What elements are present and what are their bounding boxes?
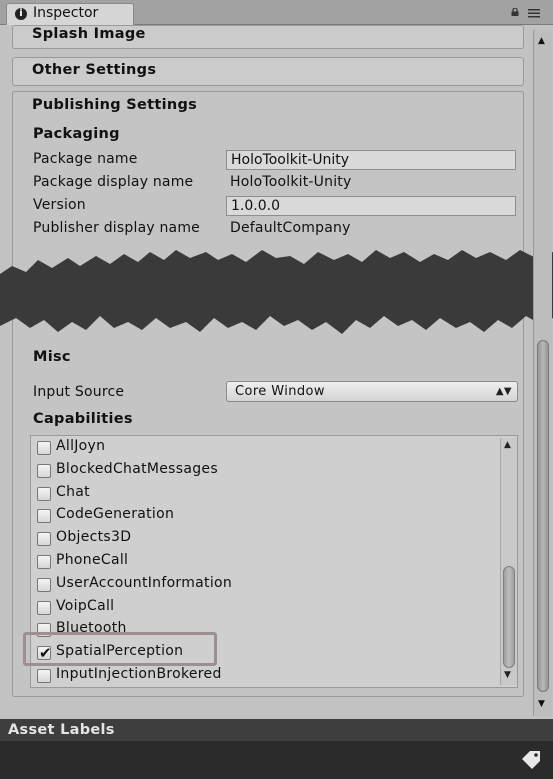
input-source-label: Input Source: [33, 384, 125, 400]
package-name-label: Package name: [33, 151, 138, 167]
inspector-scrollbar[interactable]: ▲ ▼: [533, 30, 552, 716]
tab-bar: i Inspector: [0, 0, 553, 25]
input-source-dropdown[interactable]: Core Window ▲▼: [226, 381, 518, 402]
capability-checkbox[interactable]: [37, 532, 51, 547]
capability-checkbox[interactable]: [37, 486, 51, 501]
capability-label: VoipCall: [56, 597, 115, 614]
info-icon: i: [15, 8, 27, 20]
package-name-input[interactable]: HoloToolkit-Unity: [226, 150, 516, 170]
capability-label: Objects3D: [56, 529, 132, 546]
dropdown-arrows-icon: ▲▼: [495, 386, 512, 397]
capability-checkbox[interactable]: [37, 555, 51, 569]
asset-labels-header: Asset Labels: [0, 719, 553, 741]
capability-label: UserAccountInformation: [56, 574, 233, 591]
splash-image-header[interactable]: Splash Image: [32, 26, 146, 42]
capability-checkbox[interactable]: [37, 441, 51, 455]
capability-label: AllJoyn: [56, 438, 106, 454]
capability-label: PhoneCall: [56, 552, 129, 568]
publisher-display-name-label: Publisher display name: [33, 220, 200, 236]
capabilities-scrollbar[interactable]: ▲ ▼: [500, 438, 517, 685]
capability-label: InputInjectionBrokered: [56, 666, 222, 682]
capability-checkbox[interactable]: [37, 463, 51, 478]
lock-icon[interactable]: [511, 8, 519, 16]
tag-icon[interactable]: [520, 749, 542, 769]
capability-label: BlockedChatMessages: [56, 460, 218, 477]
inspector-scroll-thumb[interactable]: [537, 340, 549, 692]
publisher-display-name-value: DefaultCompany: [230, 220, 351, 236]
tab-inspector-label: Inspector: [33, 5, 99, 21]
package-display-name-value: HoloToolkit-Unity: [230, 174, 352, 190]
asset-labels-panel: [0, 741, 553, 779]
capabilities-scroll-thumb[interactable]: [503, 566, 515, 668]
package-display-name-label: Package display name: [33, 174, 194, 190]
scroll-up-arrow-icon[interactable]: ▲: [504, 440, 511, 450]
capability-checkbox[interactable]: [37, 509, 51, 524]
other-settings-header[interactable]: Other Settings: [32, 62, 156, 78]
spatial-perception-highlight: [23, 632, 217, 666]
scroll-down-arrow-icon[interactable]: ▼: [538, 699, 545, 709]
tab-inspector[interactable]: i Inspector: [6, 3, 134, 25]
version-label: Version: [33, 197, 86, 213]
scroll-up-arrow-icon[interactable]: ▲: [538, 36, 545, 46]
scroll-down-arrow-icon[interactable]: ▼: [504, 670, 511, 680]
misc-heading: Misc: [33, 349, 71, 365]
torn-edge-divider: [0, 250, 553, 334]
menu-icon[interactable]: [527, 8, 541, 18]
input-source-value: Core Window: [235, 384, 325, 399]
capability-label: CodeGeneration: [56, 506, 175, 523]
capability-checkbox[interactable]: [37, 577, 51, 592]
capabilities-heading: Capabilities: [33, 411, 133, 427]
packaging-heading: Packaging: [33, 126, 120, 142]
capability-checkbox[interactable]: [37, 600, 51, 615]
publishing-settings-header[interactable]: Publishing Settings: [32, 97, 197, 113]
version-input[interactable]: 1.0.0.0: [226, 196, 516, 216]
capability-checkbox[interactable]: [37, 669, 51, 683]
capability-label: Chat: [56, 483, 90, 500]
